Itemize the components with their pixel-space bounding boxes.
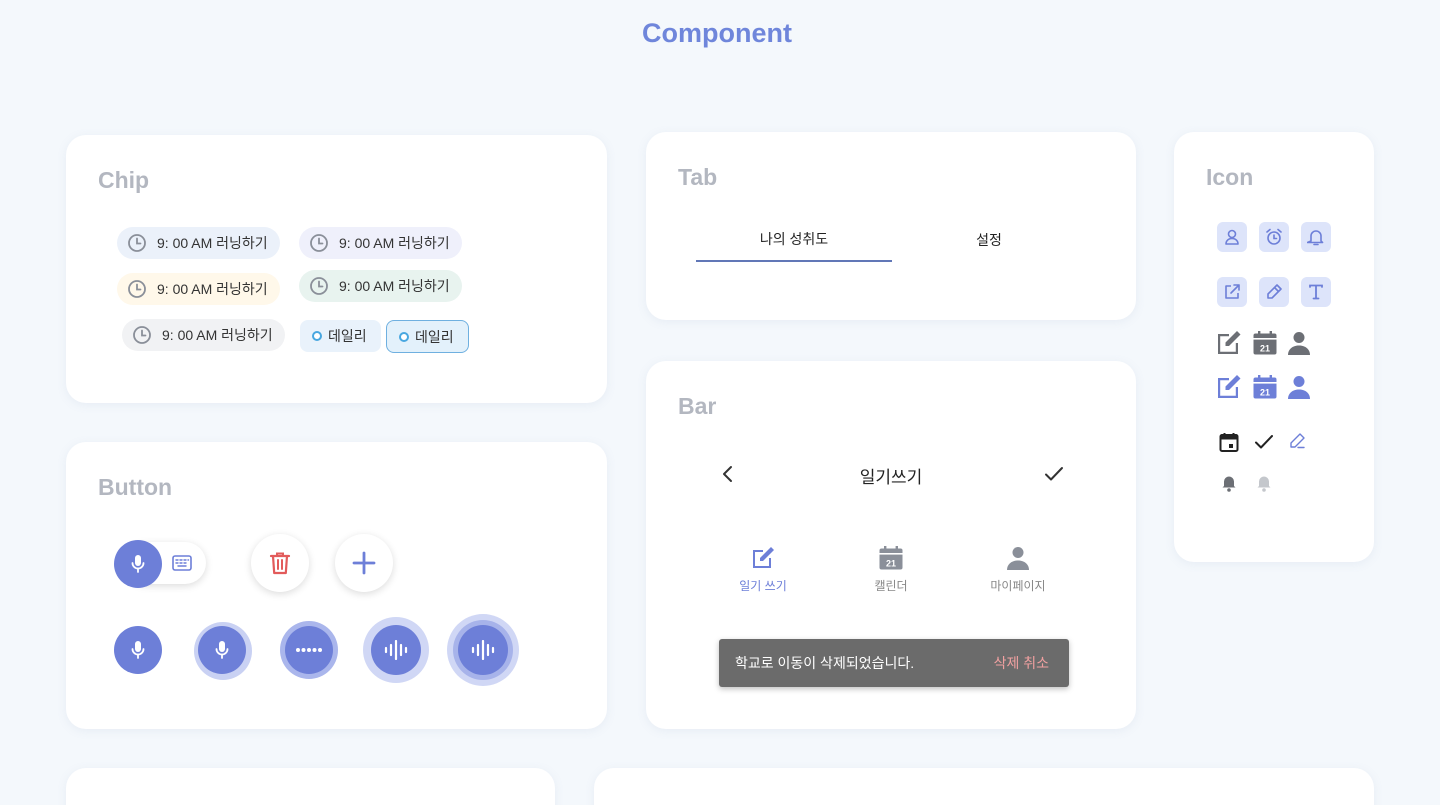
mic-button-default[interactable]	[114, 626, 162, 674]
button-card-title: Button	[98, 474, 173, 500]
chevron-left-icon	[723, 466, 732, 482]
text-icon	[1301, 277, 1331, 307]
user-icon	[1217, 222, 1247, 252]
calendar-icon: 21	[1252, 374, 1278, 400]
dots-icon	[296, 648, 322, 652]
bottom-right-card	[594, 768, 1374, 805]
pen-icon	[1259, 277, 1289, 307]
tab-settings[interactable]: 설정	[891, 218, 1087, 262]
calendar-day: 21	[1260, 388, 1270, 398]
clock-icon	[128, 234, 146, 252]
chip-label: 9: 00 AM 러닝하기	[339, 278, 450, 294]
bell-icon	[1301, 222, 1331, 252]
nav-item-diary[interactable]: 일기 쓰기	[718, 545, 808, 594]
chip-card-title: Chip	[98, 167, 150, 193]
nav-item-label: 캘린더	[874, 579, 908, 593]
bottom-left-card	[66, 768, 555, 805]
calendar-icon: 21	[1252, 330, 1278, 356]
plus-icon	[352, 551, 376, 575]
mic-button-pressed[interactable]	[198, 626, 246, 674]
nav-item-label: 일기 쓰기	[739, 579, 787, 593]
bell-icon	[1256, 474, 1272, 492]
clock-icon	[310, 234, 328, 252]
bar-header-title: 일기쓰기	[859, 468, 923, 487]
add-button[interactable]	[335, 534, 393, 592]
user-icon	[1286, 330, 1312, 356]
chip-label: 9: 00 AM 러닝하기	[157, 235, 268, 251]
clock-icon	[310, 277, 328, 295]
tab-card: Tab 나의 성취도 설정	[646, 132, 1136, 320]
tab-card-title: Tab	[678, 164, 718, 190]
mic-icon	[131, 641, 145, 659]
listening-button[interactable]	[285, 626, 333, 674]
clock-icon	[128, 280, 146, 298]
tag-chip-daily[interactable]: 데일리	[300, 320, 381, 352]
bell-icon	[1221, 474, 1237, 492]
tag-chip-label: 데일리	[328, 328, 367, 344]
snackbar-undo-button[interactable]: 삭제 취소	[994, 653, 1049, 673]
edit-icon	[1216, 330, 1242, 356]
recording-loud-button[interactable]	[458, 625, 508, 675]
calendar-day: 21	[1260, 344, 1270, 354]
trash-icon	[269, 552, 291, 575]
chip-green[interactable]: 9: 00 AM 러닝하기	[299, 270, 462, 302]
pencil-icon	[1288, 432, 1306, 450]
delete-button[interactable]	[251, 534, 309, 592]
chip-gray[interactable]: 9: 00 AM 러닝하기	[122, 319, 285, 351]
back-button[interactable]	[720, 465, 736, 483]
edit-icon	[1216, 374, 1242, 400]
calendar-day: 21	[886, 559, 896, 569]
clock-icon	[133, 326, 151, 344]
chip-label: 9: 00 AM 러닝하기	[162, 327, 273, 343]
dot-icon	[312, 331, 322, 341]
icon-card: Icon 21 21	[1174, 132, 1374, 562]
mic-icon	[131, 555, 145, 573]
keyboard-icon	[172, 555, 192, 576]
waveform-icon	[471, 640, 495, 660]
dot-icon	[399, 331, 409, 342]
chip-label: 9: 00 AM 러닝하기	[339, 235, 450, 251]
user-icon	[1286, 374, 1312, 400]
chip-label: 9: 00 AM 러닝하기	[157, 281, 268, 297]
calendar-icon: 21	[879, 546, 903, 570]
mic-button[interactable]	[114, 540, 162, 588]
bar-card: Bar 일기쓰기 일기 쓰기 21 캘린더 마이페이지 학교로 이동이 삭제되었…	[646, 361, 1136, 729]
snackbar-message: 학교로 이동이 삭제되었습니다.	[735, 655, 915, 671]
chip-card: Chip 9: 00 AM 러닝하기 9: 00 AM 러닝하기 9: 00 A…	[66, 135, 607, 403]
calendar-icon	[1219, 432, 1239, 452]
tag-chip-daily-active[interactable]: 데일리	[386, 320, 469, 353]
nav-item-calendar[interactable]: 21 캘린더	[846, 545, 936, 594]
check-icon	[1254, 434, 1274, 450]
page-title: Component	[642, 18, 792, 48]
chip-blue[interactable]: 9: 00 AM 러닝하기	[117, 227, 280, 259]
mic-icon	[215, 641, 229, 659]
tag-chip-label: 데일리	[415, 328, 454, 345]
waveform-icon	[384, 640, 408, 660]
nav-item-label: 마이페이지	[990, 579, 1046, 593]
bar-card-title: Bar	[678, 393, 717, 419]
snackbar: 학교로 이동이 삭제되었습니다. 삭제 취소	[719, 639, 1069, 687]
chip-purple[interactable]: 9: 00 AM 러닝하기	[299, 227, 462, 259]
external-link-icon	[1217, 277, 1247, 307]
check-icon	[1045, 467, 1063, 481]
button-card: Button	[66, 442, 607, 729]
confirm-button[interactable]	[1044, 465, 1064, 483]
user-icon	[1007, 547, 1029, 570]
edit-icon	[753, 547, 774, 568]
recording-button[interactable]	[371, 625, 421, 675]
alarm-clock-icon	[1259, 222, 1289, 252]
icon-card-title: Icon	[1206, 164, 1254, 190]
nav-item-mypage[interactable]: 마이페이지	[973, 545, 1063, 594]
tab-achievement[interactable]: 나의 성취도	[696, 218, 892, 262]
chip-yellow[interactable]: 9: 00 AM 러닝하기	[117, 273, 280, 305]
